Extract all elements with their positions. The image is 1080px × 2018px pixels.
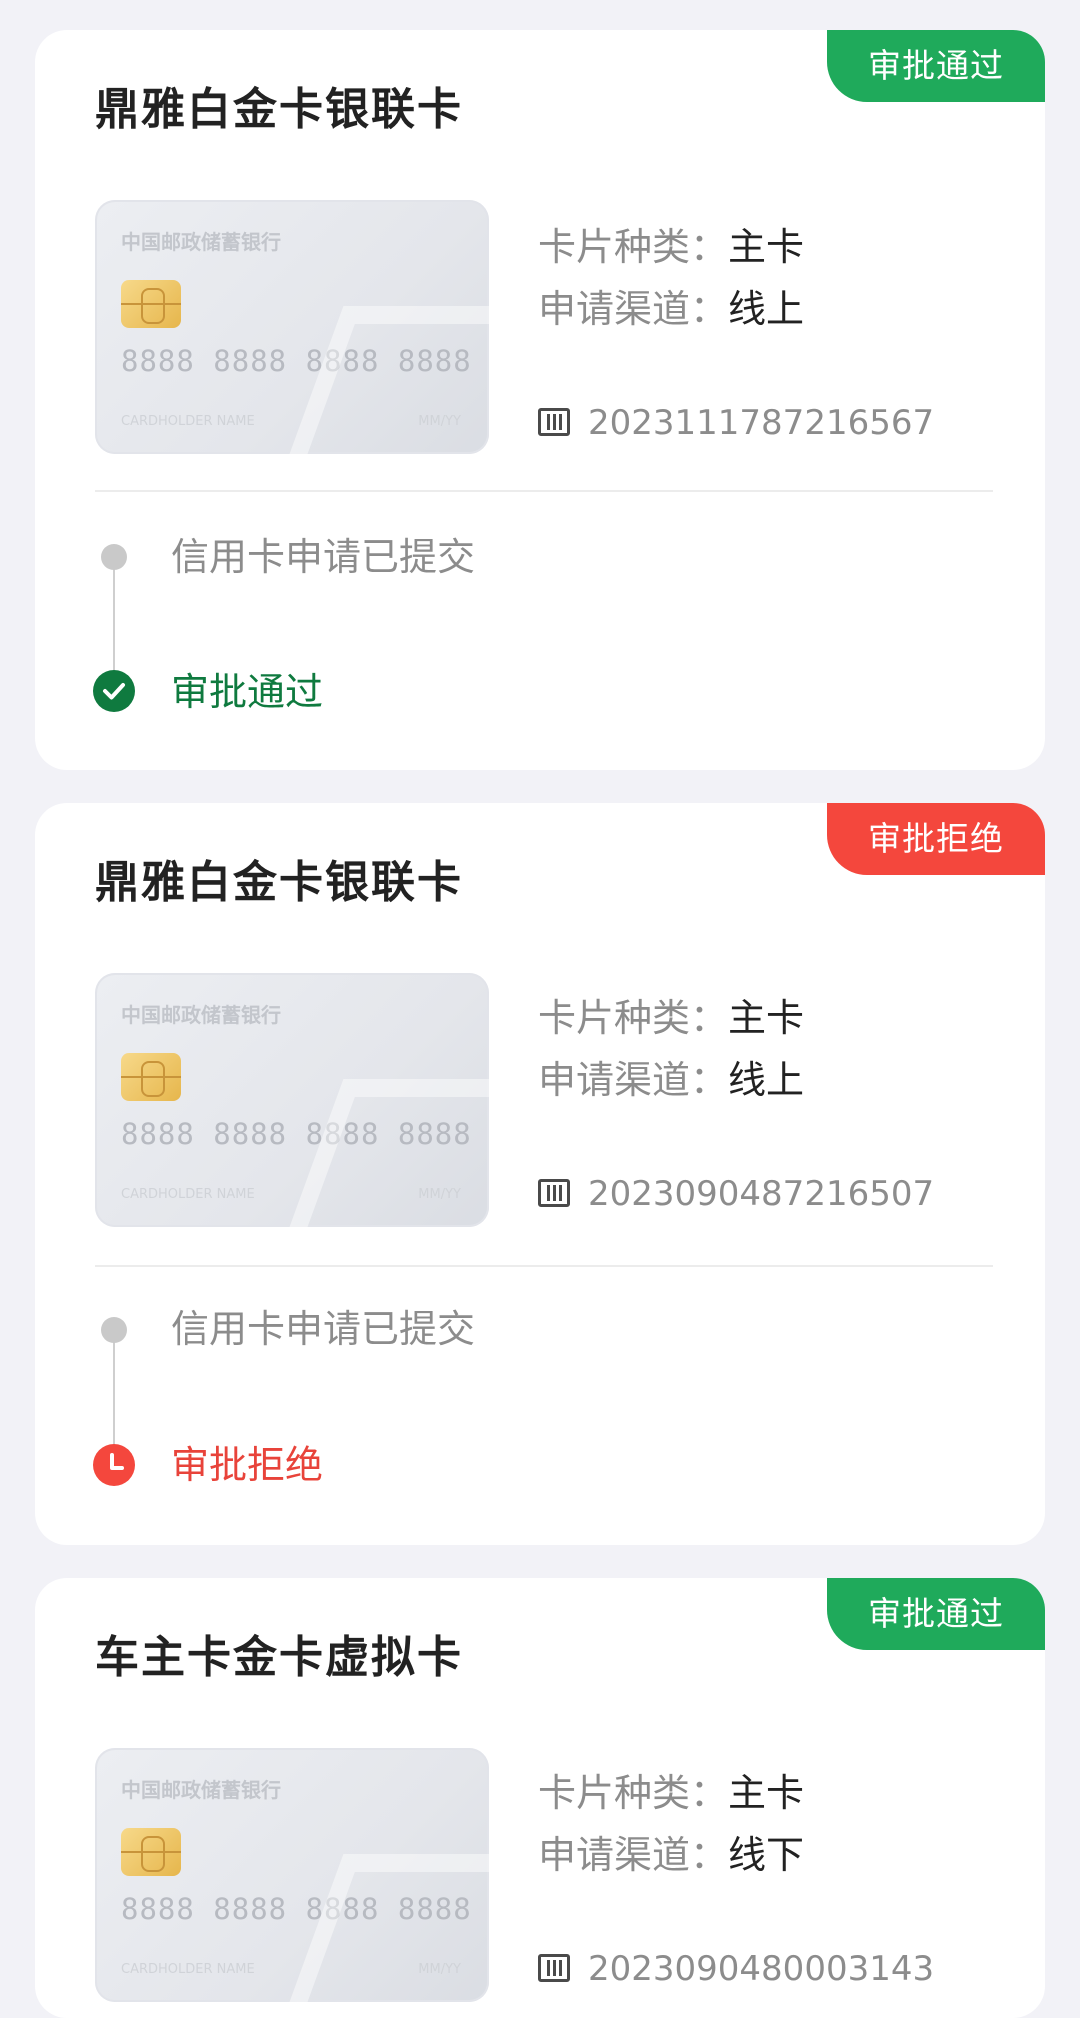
channel-label: 申请渠道： xyxy=(538,1058,729,1102)
application-card[interactable]: 审批拒绝 鼎雅白金卡银联卡 中国邮政储蓄银行 8888 8888 8888 88… xyxy=(35,803,1045,1545)
channel-label: 申请渠道： xyxy=(538,287,729,331)
application-number-row: 2023090487216507 xyxy=(538,1177,934,1211)
divider xyxy=(95,1265,993,1267)
card-type-label: 卡片种类： xyxy=(538,996,729,1040)
card-type-row: 卡片种类：主卡 xyxy=(538,1774,804,1812)
channel-row: 申请渠道：线上 xyxy=(538,1061,804,1099)
channel-label: 申请渠道： xyxy=(538,1833,729,1877)
card-decoration xyxy=(278,1079,489,1227)
application-number-row: 2023111787216567 xyxy=(538,406,934,440)
channel-value: 线上 xyxy=(728,287,805,331)
timeline-step-submitted: 信用卡申请已提交 xyxy=(171,1307,476,1351)
cardholder-label: CARDHOLDER NAME xyxy=(121,1962,255,1977)
timeline-step-submitted: 信用卡申请已提交 xyxy=(171,535,476,579)
card-image: 中国邮政储蓄银行 8888 8888 8888 8888 CARDHOLDER … xyxy=(95,973,489,1227)
card-decoration xyxy=(278,1854,489,2002)
timeline-step-result: 审批通过 xyxy=(171,670,324,714)
status-badge: 审批拒绝 xyxy=(827,803,1045,875)
cardholder-label: CARDHOLDER NAME xyxy=(121,414,255,429)
application-number: 2023090487216507 xyxy=(588,1174,935,1214)
card-product-title: 鼎雅白金卡银联卡 xyxy=(95,857,463,908)
card-bank-name: 中国邮政储蓄银行 xyxy=(121,1003,281,1027)
card-type-label: 卡片种类： xyxy=(538,1771,729,1815)
barcode-icon xyxy=(538,408,570,436)
card-type-value: 主卡 xyxy=(728,1771,805,1815)
card-image: 中国邮政储蓄银行 8888 8888 8888 8888 CARDHOLDER … xyxy=(95,1748,489,2002)
channel-row: 申请渠道：线上 xyxy=(538,290,804,328)
timeline-dot-icon xyxy=(101,1317,127,1343)
chip-icon xyxy=(121,280,181,328)
cardholder-label: CARDHOLDER NAME xyxy=(121,1187,255,1202)
status-badge: 审批通过 xyxy=(827,1578,1045,1650)
card-type-value: 主卡 xyxy=(728,225,805,269)
card-decoration xyxy=(278,306,489,454)
application-card[interactable]: 审批通过 鼎雅白金卡银联卡 中国邮政储蓄银行 8888 8888 8888 88… xyxy=(35,30,1045,770)
card-product-title: 鼎雅白金卡银联卡 xyxy=(95,84,463,135)
barcode-icon xyxy=(538,1954,570,1982)
channel-value: 线上 xyxy=(728,1058,805,1102)
channel-value: 线下 xyxy=(728,1833,805,1877)
application-card[interactable]: 审批通过 车主卡金卡虚拟卡 中国邮政储蓄银行 8888 8888 8888 88… xyxy=(35,1578,1045,2018)
check-circle-icon xyxy=(93,670,135,712)
card-bank-name: 中国邮政储蓄银行 xyxy=(121,230,281,254)
card-bank-name: 中国邮政储蓄银行 xyxy=(121,1778,281,1802)
barcode-icon xyxy=(538,1179,570,1207)
application-list: 审批通过 鼎雅白金卡银联卡 中国邮政储蓄银行 8888 8888 8888 88… xyxy=(0,0,1080,2018)
card-type-row: 卡片种类：主卡 xyxy=(538,228,804,266)
timeline-connector xyxy=(113,1331,115,1461)
timeline-dot-icon xyxy=(101,544,127,570)
status-badge: 审批通过 xyxy=(827,30,1045,102)
card-type-label: 卡片种类： xyxy=(538,225,729,269)
clock-icon xyxy=(93,1444,135,1486)
channel-row: 申请渠道：线下 xyxy=(538,1836,804,1874)
chip-icon xyxy=(121,1053,181,1101)
card-type-row: 卡片种类：主卡 xyxy=(538,999,804,1037)
application-number: 2023090480003143 xyxy=(588,1949,935,1989)
chip-icon xyxy=(121,1828,181,1876)
card-image: 中国邮政储蓄银行 8888 8888 8888 8888 CARDHOLDER … xyxy=(95,200,489,454)
application-number-row: 2023090480003143 xyxy=(538,1952,934,1986)
card-type-value: 主卡 xyxy=(728,996,805,1040)
application-number: 2023111787216567 xyxy=(588,403,935,443)
card-product-title: 车主卡金卡虚拟卡 xyxy=(95,1632,463,1683)
timeline-step-result: 审批拒绝 xyxy=(171,1443,324,1487)
divider xyxy=(95,490,993,492)
